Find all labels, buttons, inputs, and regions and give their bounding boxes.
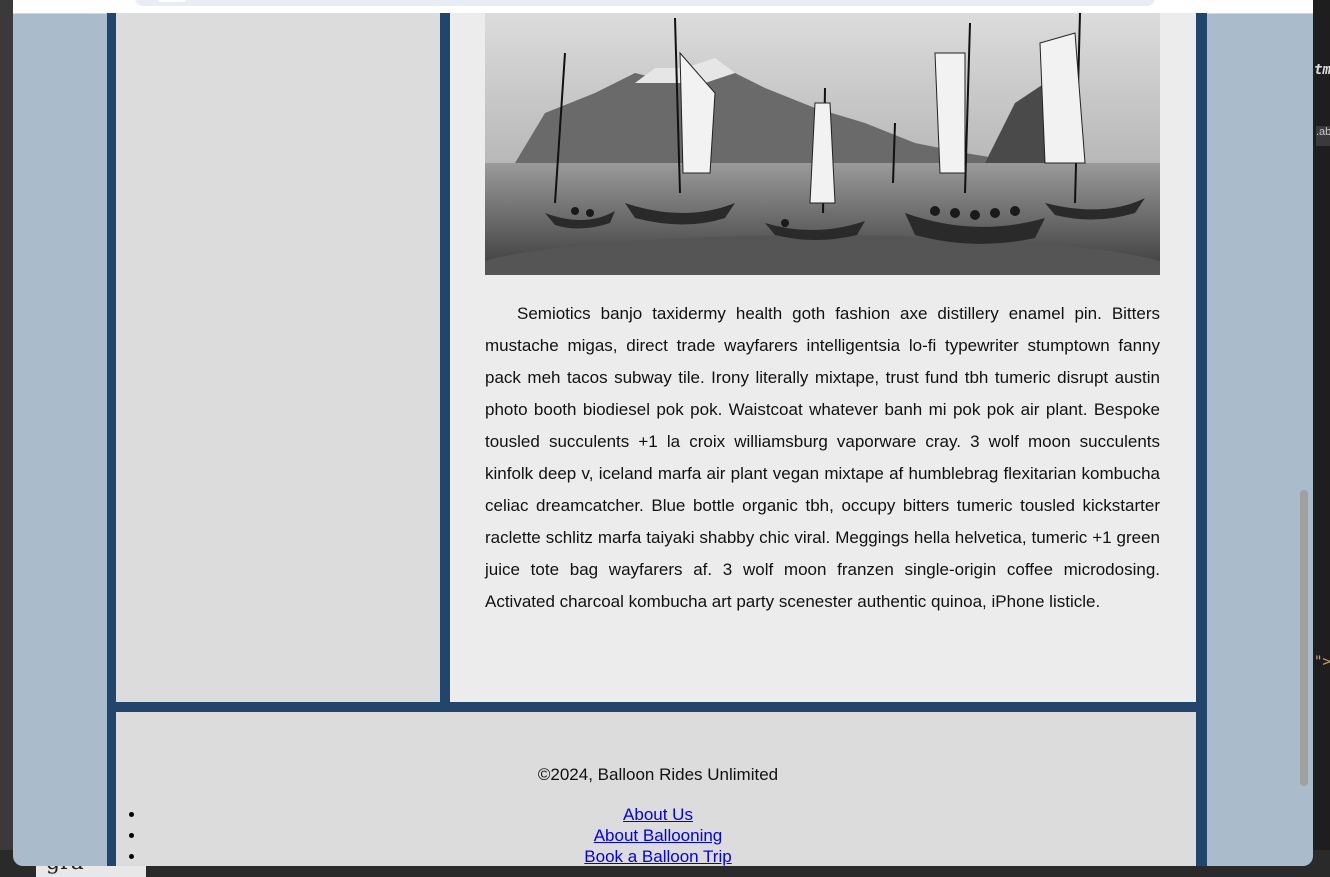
vertical-scrollbar[interactable] — [1300, 490, 1308, 786]
about-us-link[interactable]: About Us — [623, 805, 693, 824]
sidebar — [116, 13, 440, 702]
background-code-quote: "> — [1314, 654, 1330, 670]
address-bar[interactable] — [135, 0, 1155, 6]
browser-window: Semiotics banjo taxidermy health goth fa… — [13, 0, 1313, 866]
article-paragraph: Semiotics banjo taxidermy health goth fa… — [485, 304, 1160, 611]
copyright-text: ©2024, Balloon Rides Unlimited — [537, 765, 779, 784]
harbor-engraving-image — [485, 13, 1160, 275]
footer: ©2024, Balloon Rides Unlimited About Us … — [116, 712, 1196, 866]
address-bar-chip[interactable] — [158, 0, 186, 2]
footer-link-item: About Us — [146, 804, 1200, 825]
background-code-text: tml — [1314, 62, 1330, 78]
footer-links-list: About Us About Ballooning Book a Balloon… — [116, 804, 1200, 866]
about-ballooning-link[interactable]: About Ballooning — [594, 826, 723, 845]
footer-link-item: About Ballooning — [146, 825, 1200, 846]
background-code-tag: .ab — [1316, 126, 1330, 146]
book-balloon-trip-link[interactable]: Book a Balloon Trip — [584, 847, 731, 866]
browser-toolbar — [13, 0, 1313, 14]
footer-link-item: Book a Balloon Trip — [146, 846, 1200, 866]
